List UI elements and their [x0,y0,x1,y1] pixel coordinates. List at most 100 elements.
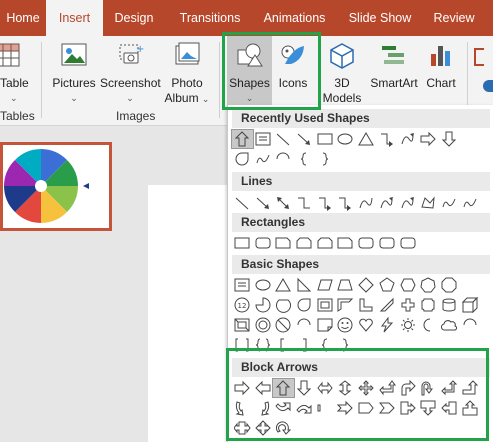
tab-insert[interactable]: Insert [46,0,103,36]
link-icon[interactable] [474,48,484,66]
shape-option-oct[interactable] [439,276,460,294]
shape-option-darrow[interactable] [273,194,294,212]
shape-option-elbowa[interactable] [335,194,356,212]
slide-thumbnail[interactable] [0,142,112,231]
halfframe-icon [337,298,354,312]
shape-option-moon[interactable] [418,316,439,334]
shape-option-plus[interactable] [398,296,419,314]
shape-option-hept[interactable] [418,276,439,294]
shape-option-pie[interactable] [253,296,274,314]
shape-option-trap[interactable] [335,276,356,294]
photo-album-button[interactable]: Photo Album ⌄ [161,36,213,106]
shape-option-snip2[interactable] [315,234,336,252]
shape-option-rect[interactable] [315,130,336,148]
shape-option-rrect[interactable] [398,234,419,252]
tab-transitions[interactable]: Transitions [166,0,254,36]
shape-option-num[interactable]: 12 [232,296,253,314]
tab-animations[interactable]: Animations [255,0,334,36]
shape-option-arc[interactable] [460,316,481,334]
shape-option-freeform[interactable] [418,194,439,212]
curvea-icon [401,197,414,209]
shape-option-oval[interactable] [335,130,356,148]
table-button[interactable]: Table ⌄ [0,36,34,106]
shape-option-nosym[interactable] [273,316,294,334]
shape-option-ua[interactable] [231,129,254,149]
shape-option-rect[interactable] [232,234,253,252]
shape-option-bolt[interactable] [377,316,398,334]
pictures-label: Pictures [52,76,96,90]
shape-option-scribble[interactable] [439,194,460,212]
shape-option-snip[interactable] [335,234,356,252]
shape-option-elbowa[interactable] [377,130,398,148]
group-divider [41,42,42,118]
shape-option-line[interactable] [232,194,253,212]
shape-option-lshape[interactable] [356,296,377,314]
shape-option-rtri[interactable] [294,276,315,294]
shape-option-chord[interactable] [273,296,294,314]
shape-option-snip2[interactable] [294,234,315,252]
pie-icon [255,297,271,313]
curve-icon [359,197,373,209]
shape-option-bevel[interactable] [232,316,253,334]
chart-icon [428,42,454,71]
shape-option-pent[interactable] [377,276,398,294]
chart-button[interactable]: Chart [422,36,460,106]
smartart-icon [380,42,408,71]
shape-option-scribble[interactable] [460,194,481,212]
shape-option-cloud[interactable] [439,316,460,334]
shape-option-smile[interactable] [335,316,356,334]
screenshot-button[interactable]: + Screenshot ⌄ [100,36,161,106]
shape-option-diag[interactable] [377,296,398,314]
shape-option-tear[interactable] [294,296,315,314]
comment-icon[interactable] [483,80,493,92]
shape-option-scribble[interactable] [253,150,274,168]
tab-design[interactable]: Design [105,0,163,36]
shape-option-arc[interactable] [273,150,294,168]
shape-option-donut[interactable] [253,316,274,334]
shape-option-curve[interactable] [356,194,377,212]
shape-option-ra[interactable] [418,130,439,148]
shape-option-tri[interactable] [356,130,377,148]
shape-option-sun[interactable] [398,316,419,334]
shape-option-curvea[interactable] [398,194,419,212]
photo-album-dropdown-icon: ⌄ [201,94,210,104]
shape-option-plaque[interactable] [418,296,439,314]
shape-option-rrect[interactable] [356,234,377,252]
shape-option-text[interactable] [253,130,274,148]
shape-option-tri[interactable] [273,276,294,294]
shape-option-text[interactable] [232,276,253,294]
shape-option-elbowa[interactable] [315,194,336,212]
block-arrows-highlight [226,348,489,441]
3d-models-label-text: Models [322,91,362,105]
shape-option-lbrace[interactable] [294,150,315,168]
shape-option-arrow[interactable] [294,130,315,148]
shape-option-heart[interactable] [356,316,377,334]
shape-option-arrow[interactable] [253,194,274,212]
tab-slide-show[interactable]: Slide Show [340,0,420,36]
shape-option-arc[interactable] [294,316,315,334]
shape-option-curvea[interactable] [398,130,419,148]
shape-option-rrect[interactable] [377,234,398,252]
shape-option-tear[interactable] [232,150,253,168]
smartart-button[interactable]: SmartArt [366,36,422,106]
shape-option-da[interactable] [439,130,460,148]
shape-option-rbrace[interactable] [315,150,336,168]
3d-models-button[interactable]: 3D Models ⌄ [321,36,363,118]
shape-option-oval[interactable] [253,276,274,294]
shape-option-rrect[interactable] [253,234,274,252]
tab-review[interactable]: Review [425,0,483,36]
shape-option-line[interactable] [273,130,294,148]
shape-option-curvea[interactable] [377,194,398,212]
shape-option-para[interactable] [315,276,336,294]
shape-option-hex[interactable] [398,276,419,294]
shape-option-can[interactable] [439,296,460,314]
shape-option-elbow[interactable] [294,194,315,212]
shape-option-frame[interactable] [315,296,336,314]
shape-option-cube[interactable] [460,296,481,314]
shape-option-diam[interactable] [356,276,377,294]
shape-option-halfframe[interactable] [335,296,356,314]
shape-option-snip[interactable] [273,234,294,252]
tab-home[interactable]: Home [0,0,46,36]
shape-option-fold[interactable] [315,316,336,334]
pictures-button[interactable]: Pictures ⌄ [49,36,99,106]
